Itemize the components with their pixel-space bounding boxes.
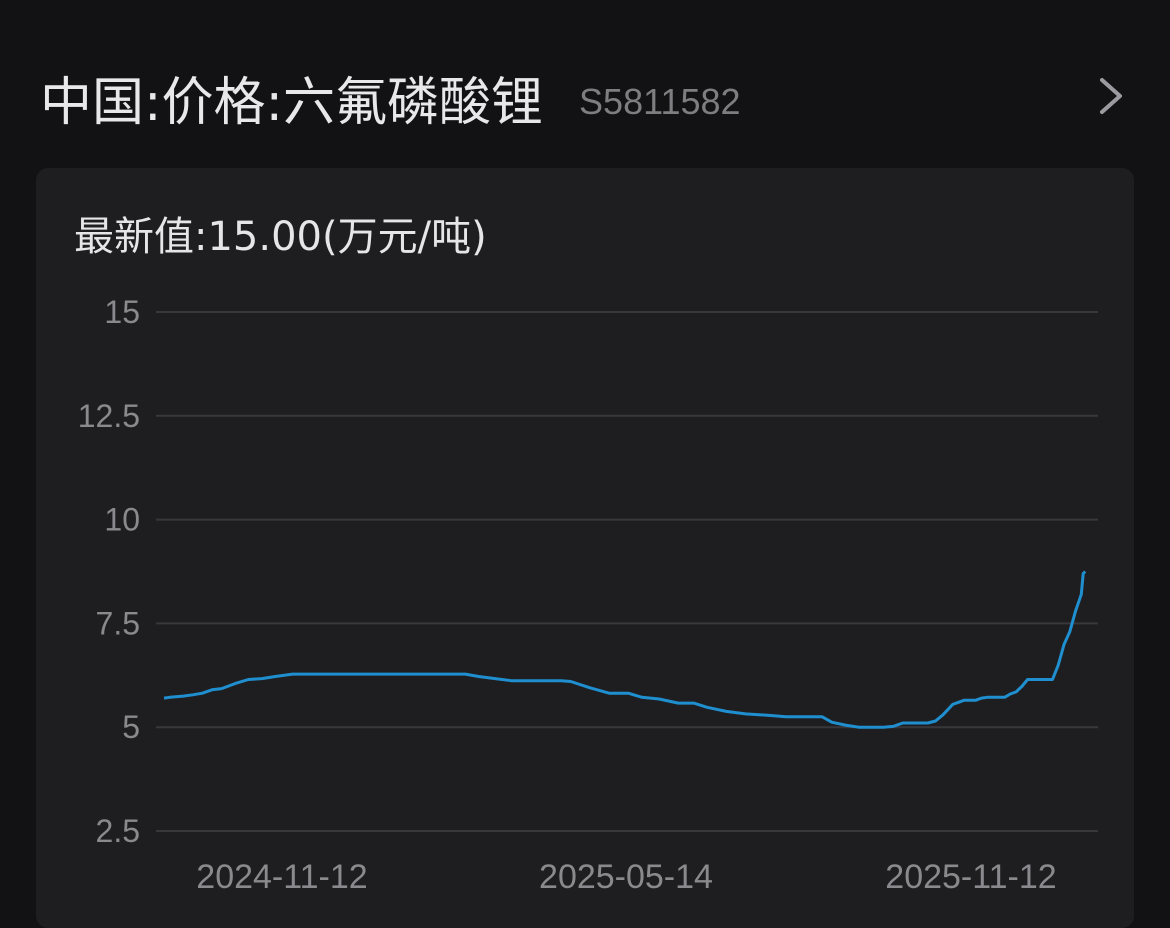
y-tick-label: 5 bbox=[122, 709, 140, 745]
y-tick-label: 2.5 bbox=[96, 813, 140, 849]
line-chart: 15 12.5 10 7.5 5 2.5 2024-11-12 2025-05-14 2025-… bbox=[78, 294, 1098, 896]
page-header: 中国:价格:六氟磷酸锂 S5811582 bbox=[40, 60, 1130, 134]
page-title: 中国:价格:六氟磷酸锂 bbox=[40, 72, 544, 133]
series-line bbox=[163, 570, 1087, 729]
series-code: S5811582 bbox=[579, 81, 741, 122]
y-tick-label: 12.5 bbox=[78, 398, 140, 434]
y-tick-label: 7.5 bbox=[96, 605, 140, 641]
x-tick-label: 2025-11-12 bbox=[885, 858, 1056, 896]
x-tick-label: 2024-11-12 bbox=[196, 858, 367, 896]
y-tick-label: 10 bbox=[104, 502, 140, 538]
chevron-right-icon[interactable] bbox=[1090, 74, 1130, 118]
y-tick-label: 15 bbox=[104, 294, 140, 330]
x-tick-label: 2025-05-14 bbox=[539, 858, 713, 896]
chart-card[interactable]: 最新值:15.00(万元/吨) 15 12.5 10 7.5 5 2.5 2024-11-1… bbox=[36, 168, 1134, 928]
